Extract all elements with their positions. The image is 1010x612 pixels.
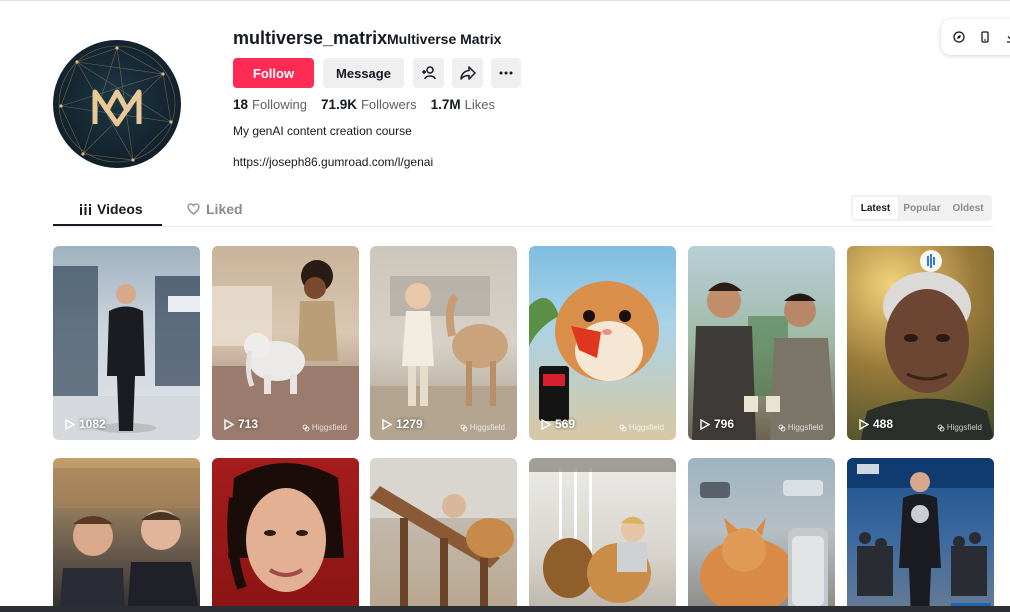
phone-icon[interactable] xyxy=(979,31,991,43)
watermark: Higgsfield xyxy=(937,423,982,432)
tab-liked[interactable]: Liked xyxy=(187,201,243,217)
play-icon xyxy=(859,418,869,430)
top-divider xyxy=(0,0,1010,1)
sort-selector: Latest Popular Oldest xyxy=(851,195,992,221)
video-tile[interactable]: 488 Higgsfield xyxy=(847,246,994,440)
view-count: 488 xyxy=(859,417,893,431)
profile-stats: 18 Following 71.9K Followers 1.7M Likes xyxy=(233,97,495,112)
share-button[interactable] xyxy=(452,58,483,88)
video-thumbnail xyxy=(53,458,200,612)
add-friend-button[interactable] xyxy=(413,58,444,88)
profile-link[interactable]: https://joseph86.gumroad.com/l/genai xyxy=(233,155,433,169)
view-count: 796 xyxy=(700,417,734,431)
sort-oldest[interactable]: Oldest xyxy=(946,197,990,219)
video-tile[interactable]: 1279 Higgsfield xyxy=(370,246,517,440)
view-count: 569 xyxy=(541,417,575,431)
video-tile[interactable] xyxy=(53,458,200,612)
play-icon xyxy=(700,418,710,430)
view-count: 713 xyxy=(224,417,258,431)
bottom-bar xyxy=(0,606,1010,612)
play-icon xyxy=(224,418,234,430)
profile-bio: My genAI content creation course xyxy=(233,124,412,138)
more-icon xyxy=(499,71,513,75)
link-icon xyxy=(460,424,468,431)
video-tile[interactable] xyxy=(370,458,517,612)
tabs-divider xyxy=(53,226,993,227)
more-button[interactable] xyxy=(491,58,521,88)
follow-button[interactable]: Follow xyxy=(233,58,314,88)
video-tile[interactable]: 1082 xyxy=(53,246,200,440)
link-icon xyxy=(778,424,786,431)
compass-icon[interactable] xyxy=(953,31,965,43)
link-icon xyxy=(619,424,627,431)
video-tile[interactable]: 796 Higgsfield xyxy=(688,246,835,440)
link-icon xyxy=(937,424,945,431)
avatar-network-graphic xyxy=(58,45,176,163)
video-tile[interactable] xyxy=(212,458,359,612)
tab-liked-label: Liked xyxy=(206,201,243,217)
view-count: 1279 xyxy=(382,417,423,431)
video-thumbnail xyxy=(847,246,994,440)
add-user-icon xyxy=(421,66,436,80)
followers-count[interactable]: 71.9K Followers xyxy=(321,97,417,112)
message-button[interactable]: Message xyxy=(323,58,404,88)
video-tile[interactable] xyxy=(529,458,676,612)
sort-popular[interactable]: Popular xyxy=(898,197,946,219)
video-thumbnail xyxy=(688,246,835,440)
video-thumbnail xyxy=(370,246,517,440)
avatar-image xyxy=(53,40,181,168)
sort-latest[interactable]: Latest xyxy=(853,197,898,219)
download-icon[interactable] xyxy=(1005,31,1010,43)
tab-videos[interactable]: Videos xyxy=(80,201,143,217)
floating-toolbar xyxy=(941,19,1010,55)
video-thumbnail xyxy=(529,246,676,440)
share-icon xyxy=(459,66,476,80)
video-thumbnail xyxy=(212,458,359,612)
video-tile[interactable]: 713 Higgsfield xyxy=(212,246,359,440)
play-icon xyxy=(382,418,392,430)
video-thumbnail xyxy=(370,458,517,612)
username: multiverse_matrix xyxy=(233,28,388,48)
video-tile[interactable] xyxy=(847,458,994,612)
link-icon xyxy=(302,424,310,431)
play-icon xyxy=(541,418,551,430)
avatar[interactable] xyxy=(53,20,181,176)
tab-videos-label: Videos xyxy=(97,201,143,217)
video-thumbnail xyxy=(53,246,200,440)
grid-icon xyxy=(80,203,91,215)
likes-count: 1.7M Likes xyxy=(430,97,495,112)
watermark: Higgsfield xyxy=(302,423,347,432)
heart-icon xyxy=(187,203,200,215)
video-tile[interactable]: 569 Higgsfield xyxy=(529,246,676,440)
watermark: Higgsfield xyxy=(619,423,664,432)
watermark: Higgsfield xyxy=(460,423,505,432)
view-count: 1082 xyxy=(65,417,106,431)
video-thumbnail xyxy=(847,458,994,612)
video-thumbnail xyxy=(688,458,835,612)
video-thumbnail xyxy=(212,246,359,440)
play-icon xyxy=(65,418,75,430)
nickname: Multiverse Matrix xyxy=(387,31,502,47)
video-thumbnail xyxy=(529,458,676,612)
following-count[interactable]: 18 Following xyxy=(233,97,307,112)
video-tile[interactable] xyxy=(688,458,835,612)
watermark: Higgsfield xyxy=(778,423,823,432)
